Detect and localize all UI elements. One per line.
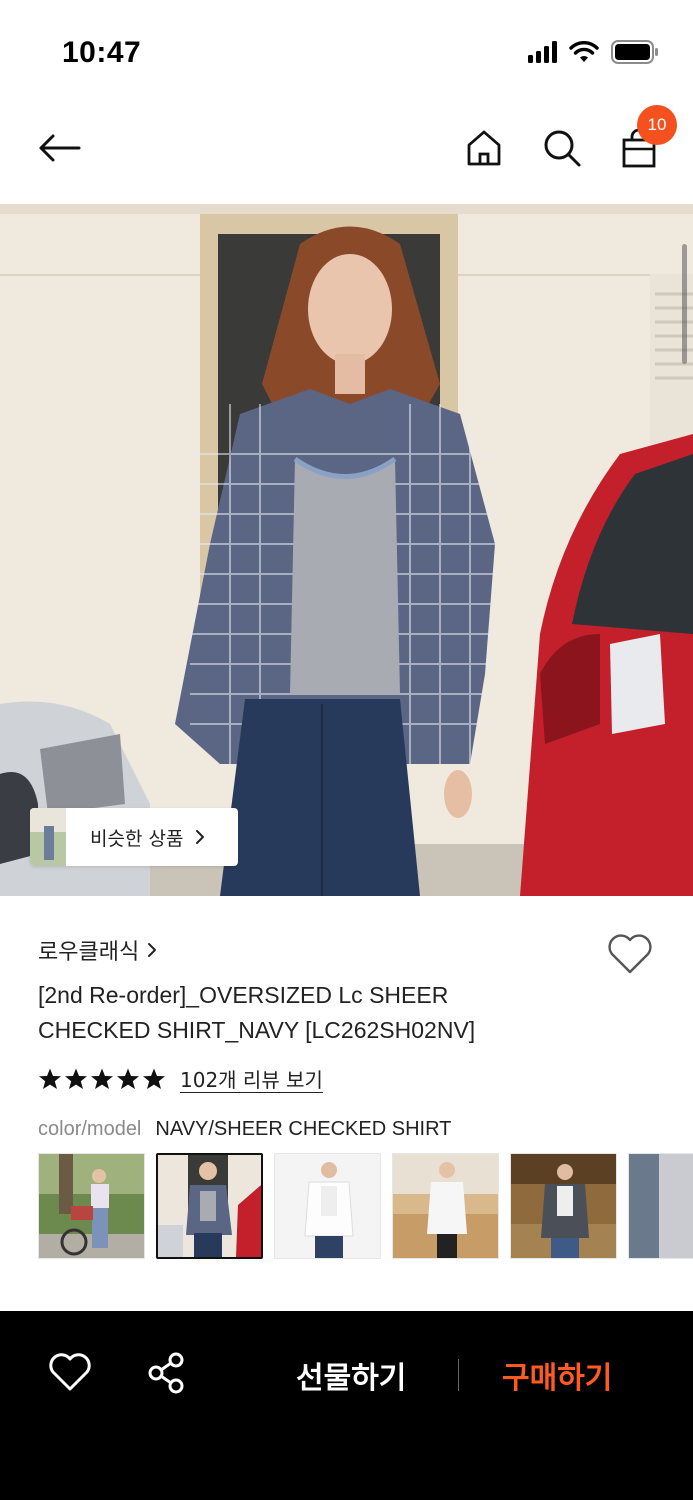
chevron-right-icon bbox=[196, 830, 205, 844]
wifi-icon bbox=[569, 41, 599, 62]
similar-products-button[interactable]: 비슷한 상품 bbox=[30, 808, 238, 866]
rating-row: 102개 리뷰 보기 bbox=[38, 1064, 323, 1093]
home-icon bbox=[467, 130, 501, 166]
cart-count-badge: 10 bbox=[637, 105, 677, 145]
review-count-link[interactable]: 102개 리뷰 보기 bbox=[180, 1064, 323, 1093]
variant-thumbnail-selected[interactable] bbox=[156, 1153, 263, 1259]
similar-products-thumbnail bbox=[30, 808, 66, 866]
product-title: [2nd Re-order]_OVERSIZED Lc SHEER CHECKE… bbox=[38, 978, 598, 1048]
star-icon bbox=[65, 1068, 87, 1089]
product-title-line-2: CHECKED SHIRT_NAVY [LC262SH02NV] bbox=[38, 1017, 476, 1043]
chevron-right-icon bbox=[148, 943, 157, 957]
arrow-left-icon bbox=[39, 134, 81, 162]
option-label: color/model bbox=[38, 1118, 142, 1140]
variant-thumbnail[interactable] bbox=[38, 1153, 145, 1259]
status-time: 10:47 bbox=[62, 36, 142, 69]
option-row: color/model NAVY/SHEER CHECKED SHIRT bbox=[38, 1118, 451, 1141]
star-icon bbox=[91, 1068, 113, 1089]
wishlist-heart-icon[interactable] bbox=[606, 932, 654, 976]
variant-thumbnail[interactable] bbox=[392, 1153, 499, 1259]
product-hero-image[interactable]: 비슷한 상품 bbox=[0, 204, 693, 896]
status-icons bbox=[528, 40, 659, 64]
brand-name: 로우클래식 bbox=[38, 940, 140, 965]
cellular-signal-icon bbox=[528, 41, 557, 63]
back-button[interactable] bbox=[34, 126, 84, 170]
star-icon bbox=[39, 1068, 61, 1089]
search-icon bbox=[544, 130, 581, 167]
gift-button[interactable]: 선물하기 bbox=[296, 1353, 406, 1397]
divider bbox=[458, 1359, 459, 1391]
top-nav-bar bbox=[0, 100, 693, 200]
similar-products-label: 비슷한 상품 bbox=[90, 827, 184, 850]
home-button[interactable] bbox=[462, 126, 506, 170]
variant-thumbnail[interactable] bbox=[274, 1153, 381, 1259]
variant-thumbnail[interactable] bbox=[628, 1153, 693, 1259]
rating-stars bbox=[38, 1067, 166, 1091]
brand-link[interactable]: 로우클래식 bbox=[38, 934, 157, 966]
share-icon[interactable] bbox=[144, 1351, 188, 1395]
product-title-line-1: [2nd Re-order]_OVERSIZED Lc SHEER bbox=[38, 982, 449, 1008]
star-icon bbox=[143, 1068, 165, 1089]
variant-thumbnail-list bbox=[38, 1153, 693, 1259]
wishlist-heart-icon[interactable] bbox=[48, 1351, 92, 1395]
variant-thumbnail[interactable] bbox=[510, 1153, 617, 1259]
image-scroll-indicator bbox=[682, 244, 687, 364]
star-icon bbox=[117, 1068, 139, 1089]
option-value: NAVY/SHEER CHECKED SHIRT bbox=[155, 1118, 452, 1140]
buy-button[interactable]: 구매하기 bbox=[502, 1353, 612, 1397]
search-button[interactable] bbox=[540, 126, 584, 170]
product-photo bbox=[0, 204, 693, 896]
status-bar: 10:47 bbox=[0, 0, 693, 100]
bottom-action-bar: 선물하기 구매하기 bbox=[0, 1311, 693, 1500]
battery-icon bbox=[611, 40, 658, 64]
